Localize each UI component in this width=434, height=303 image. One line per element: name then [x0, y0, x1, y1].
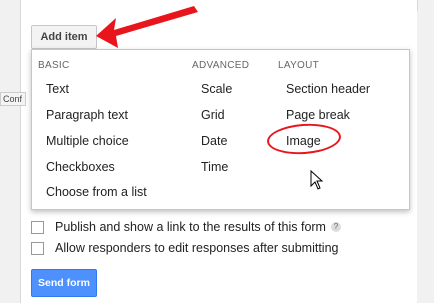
menu-item-page-break[interactable]: Page break	[286, 108, 350, 122]
menu-item-choose-from-list[interactable]: Choose from a list	[46, 185, 147, 199]
send-form-button[interactable]: Send form	[31, 269, 97, 297]
publish-results-checkbox[interactable]	[31, 220, 44, 234]
add-item-button[interactable]: Add item	[31, 25, 97, 49]
menu-item-text[interactable]: Text	[46, 82, 69, 96]
menu-item-scale[interactable]: Scale	[201, 82, 232, 96]
sidebar-tab[interactable]: Conf	[0, 92, 26, 106]
menu-item-date[interactable]: Date	[201, 134, 227, 148]
allow-edit-checkbox[interactable]	[31, 241, 44, 255]
add-item-menu: BASIC ADVANCED LAYOUT Text Paragraph tex…	[31, 49, 410, 210]
menu-item-section-header[interactable]: Section header	[286, 82, 370, 96]
advanced-header: ADVANCED	[192, 60, 250, 71]
publish-results-label: Publish and show a link to the results o…	[55, 220, 326, 234]
allow-edit-label: Allow responders to edit responses after…	[55, 241, 339, 255]
basic-header: BASIC	[38, 60, 70, 71]
menu-item-time[interactable]: Time	[201, 160, 228, 174]
menu-item-grid[interactable]: Grid	[201, 108, 225, 122]
allow-edit-row: Allow responders to edit responses after…	[31, 241, 338, 255]
menu-item-multiple-choice[interactable]: Multiple choice	[46, 134, 129, 148]
arrow-annotation-icon	[96, 6, 198, 48]
mouse-cursor-icon	[310, 170, 324, 190]
menu-item-checkboxes[interactable]: Checkboxes	[46, 160, 115, 174]
publish-results-row: Publish and show a link to the results o…	[31, 220, 341, 234]
layout-header: LAYOUT	[278, 60, 320, 71]
menu-item-paragraph-text[interactable]: Paragraph text	[46, 108, 128, 122]
help-icon[interactable]: ?	[330, 222, 341, 232]
